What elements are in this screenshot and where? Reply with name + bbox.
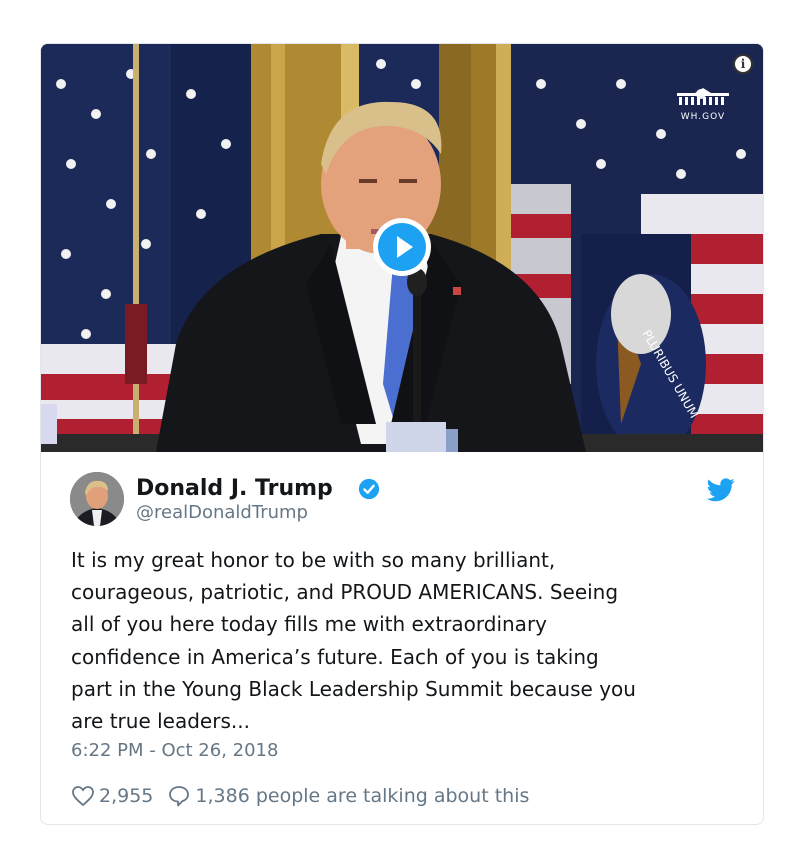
avatar-image (70, 472, 124, 526)
wh-gov-watermark: WH.GOV (673, 88, 733, 122)
twitter-bird-icon[interactable] (707, 478, 735, 502)
tweet-text-line: courageous, patriotic, and PROUD AMERICA… (71, 580, 619, 605)
watermark-label: WH.GOV (680, 112, 726, 122)
tweet-text-line: It is my great honor to be with so many … (71, 548, 556, 572)
white-house-icon (677, 88, 729, 105)
heart-icon[interactable] (71, 784, 95, 808)
play-button[interactable] (373, 218, 431, 276)
reply-bubble-icon[interactable] (167, 784, 191, 808)
avatar[interactable] (70, 472, 124, 526)
author-name[interactable]: Donald J. Trump (136, 476, 333, 501)
info-icon[interactable]: i (733, 54, 753, 74)
verified-badge-icon (358, 478, 380, 500)
tweet-text-line: confidence in America’s future. Each of … (71, 644, 599, 669)
tweet-text-line: are true leaders... (71, 709, 250, 734)
talking-about-count[interactable]: 1,386 people are talking about this (195, 785, 529, 807)
tweet-text-line: part in the Young Black Leadership Summi… (71, 676, 636, 701)
play-icon (378, 223, 426, 271)
tweet-card[interactable]: PLURIBUS UNUM i WH.GOV Donald J. Trump @… (40, 43, 764, 825)
tweet-actions: 2,955 1,386 people are talking about thi… (71, 782, 529, 810)
tweet-timestamp[interactable]: 6:22 PM - Oct 26, 2018 (71, 740, 278, 761)
tweet-text: It is my great honor to be with so many … (71, 544, 741, 737)
video-thumbnail[interactable]: PLURIBUS UNUM i WH.GOV (41, 44, 763, 452)
like-count[interactable]: 2,955 (99, 785, 153, 807)
tweet-body: Donald J. Trump @realDonaldTrump It is m… (41, 452, 763, 824)
author-handle[interactable]: @realDonaldTrump (136, 502, 308, 523)
tweet-text-line: all of you here today fills me with extr… (71, 612, 547, 637)
